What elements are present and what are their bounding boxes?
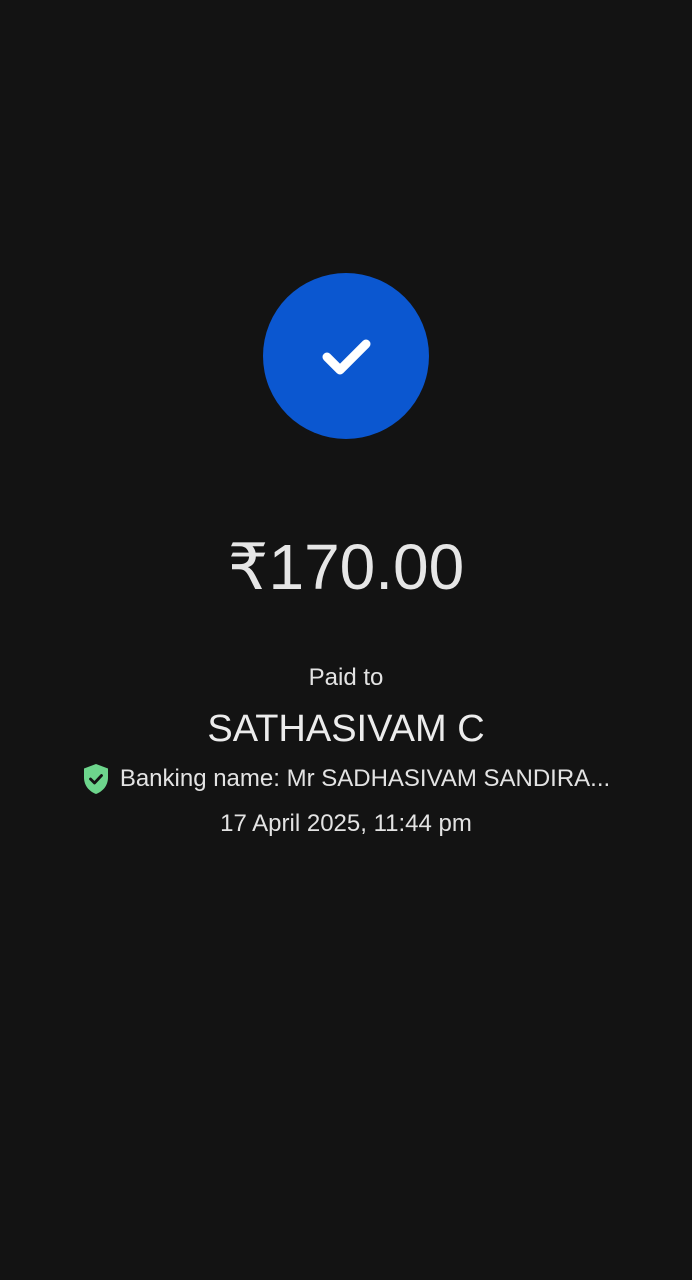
payment-success-screen: ₹170.00 Paid to SATHASIVAM C Banking nam…	[0, 0, 692, 1280]
transaction-datetime: 17 April 2025, 11:44 pm	[220, 810, 472, 837]
paid-to-label: Paid to	[308, 664, 384, 691]
checkmark-icon	[322, 339, 371, 375]
payee-name: SATHASIVAM C	[207, 708, 485, 750]
banking-name-text: Banking name: Mr SADHASIVAM SANDIRA...	[119, 765, 611, 792]
banking-name-row: Banking name: Mr SADHASIVAM SANDIRA...	[0, 762, 692, 796]
payment-amount: ₹170.00	[227, 531, 465, 603]
success-badge	[263, 273, 429, 439]
verified-shield-icon	[83, 764, 108, 794]
